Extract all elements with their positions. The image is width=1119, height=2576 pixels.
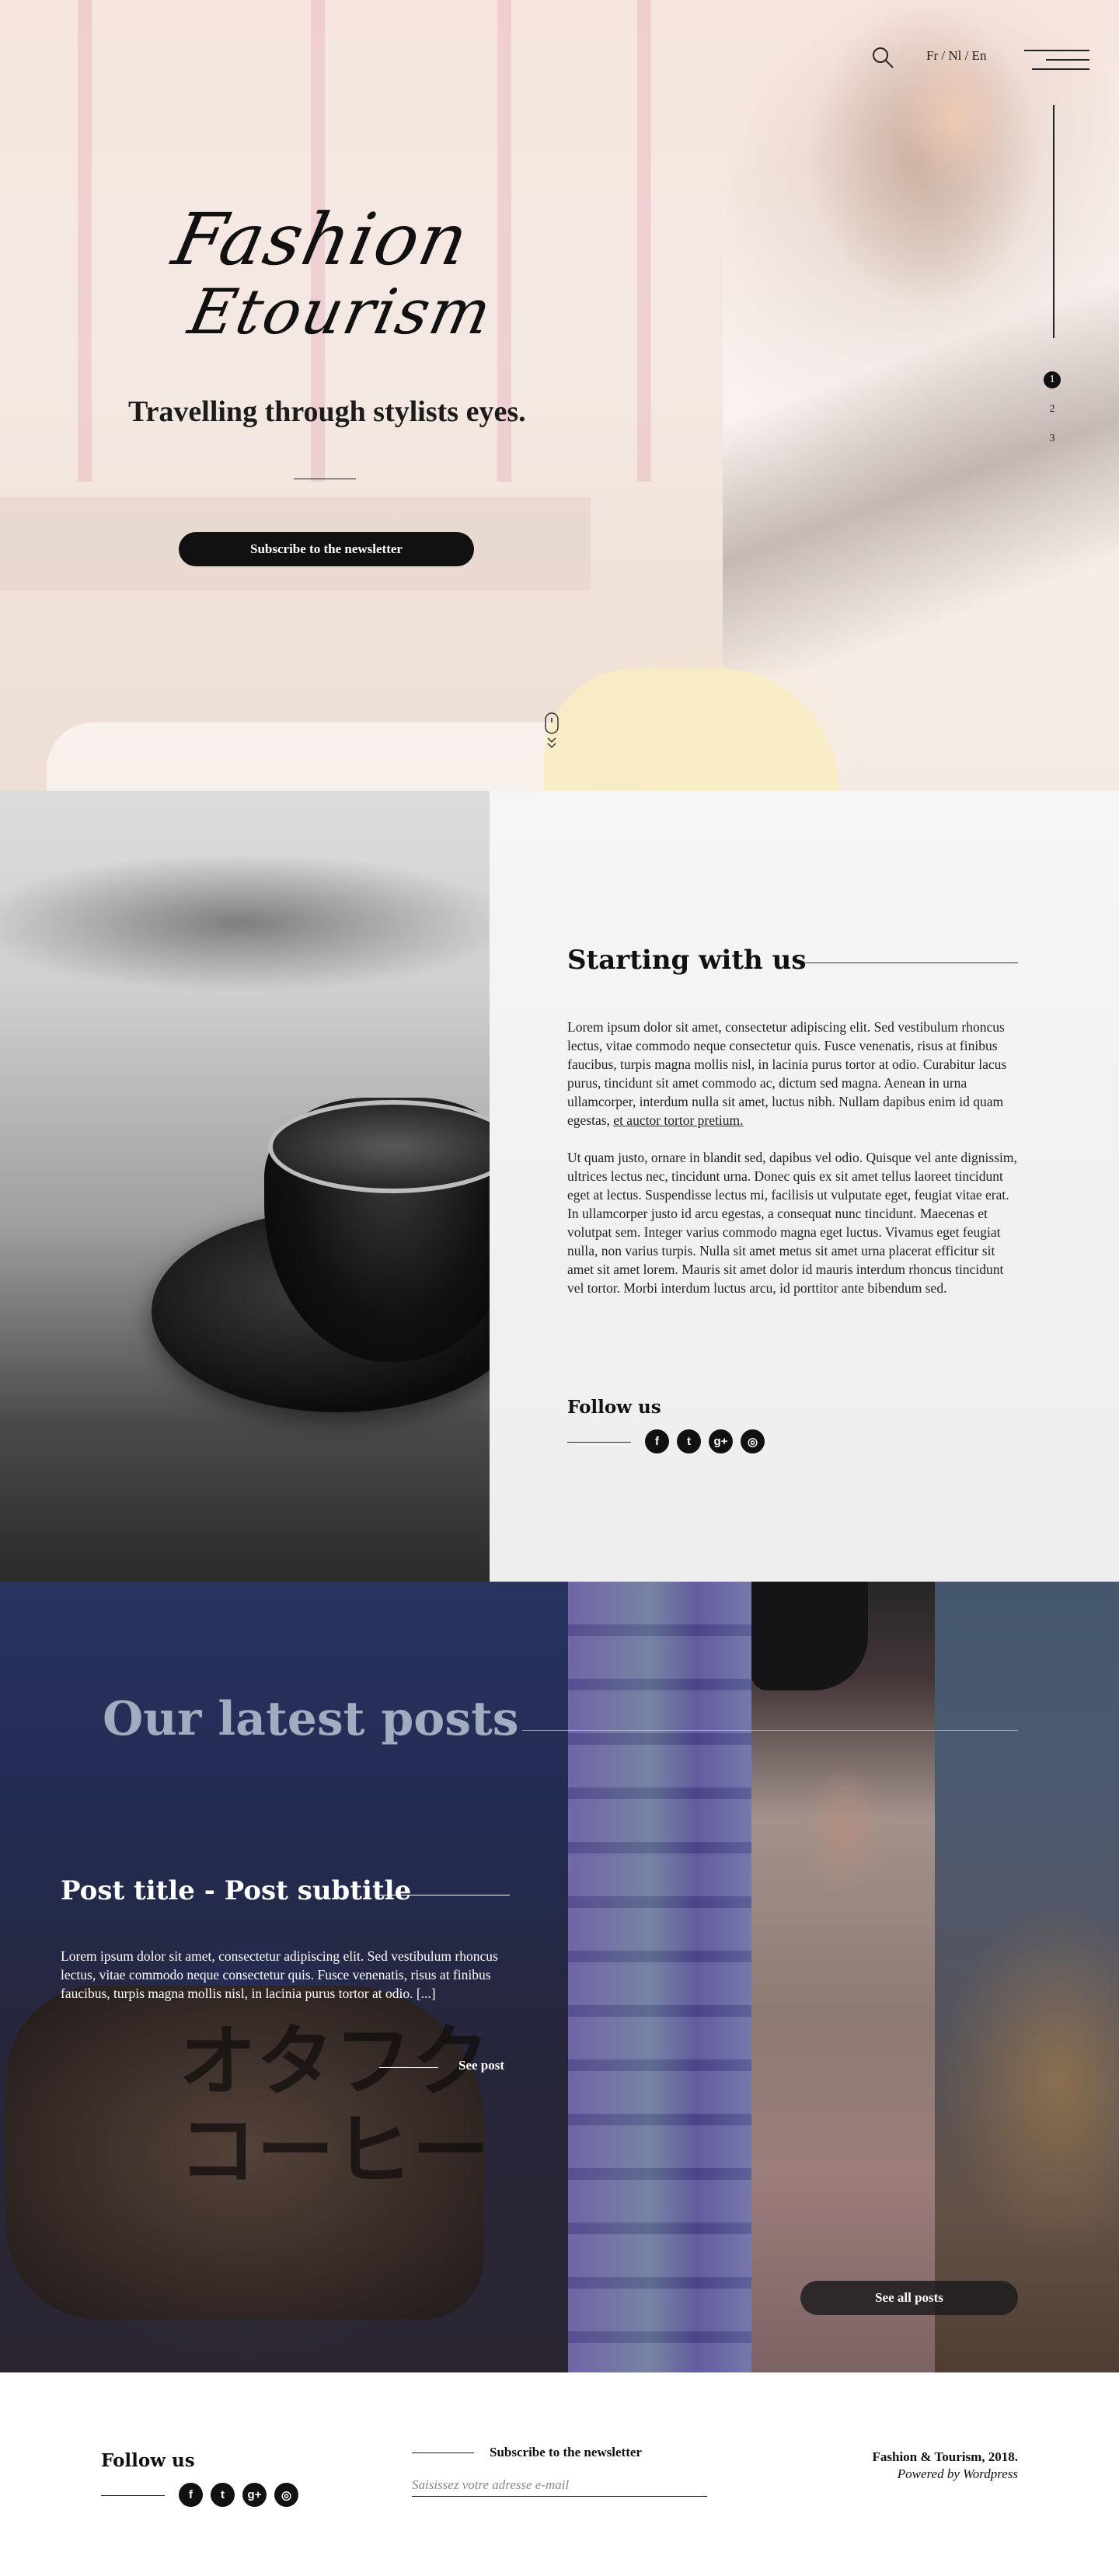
post-title[interactable]: Post title - Post subtitle [61, 1875, 411, 1906]
about-panel: Starting with us Lorem ipsum dolor sit a… [490, 791, 1119, 1582]
footer-social-links: f t g+ ◎ [179, 2483, 298, 2507]
search-icon[interactable] [870, 45, 895, 70]
google-plus-icon[interactable]: g+ [242, 2483, 267, 2507]
slide-dot-2[interactable]: 2 [1044, 401, 1061, 418]
latest-posts-title: Our latest posts [103, 1692, 519, 1746]
slide-dot-1[interactable]: 1 [1044, 371, 1061, 388]
about-paragraph-text: Lorem ipsum dolor sit amet, consectetur … [567, 1019, 1007, 1128]
see-all-posts-button[interactable]: See all posts [800, 2281, 1018, 2315]
about-paragraph: Ut quam justo, ornare in blandit sed, da… [567, 1150, 1017, 1296]
scroll-down-icon[interactable] [542, 712, 561, 755]
divider [101, 2495, 165, 2496]
twitter-icon[interactable]: t [211, 2483, 235, 2507]
post-read-more[interactable]: [...] [417, 1986, 436, 2001]
divider [522, 1730, 1018, 1731]
hero-section: Fashion Etourism Travelling through styl… [0, 0, 1119, 791]
about-link[interactable]: et auctor tortor pretium. [613, 1112, 743, 1128]
footer-newsletter-title: Subscribe to the newsletter [490, 2445, 642, 2459]
facebook-icon[interactable]: f [645, 1429, 669, 1453]
follow-us-title: Follow us [567, 1397, 661, 1418]
about-body: Lorem ipsum dolor sit amet, consectetur … [567, 1018, 1020, 1316]
slider-indicator-line [1053, 105, 1055, 338]
brand-logo[interactable]: Fashion Etourism [166, 198, 499, 369]
latest-posts-section: オタフク コーヒー Our latest posts Post title - … [0, 1582, 1119, 2372]
about-paragraph: Lorem ipsum dolor sit amet, consectetur … [567, 1018, 1020, 1130]
footer-follow-title: Follow us [101, 2450, 195, 2471]
social-links: f t g+ ◎ [645, 1429, 765, 1453]
divider [379, 2067, 438, 2068]
see-post-link[interactable]: See post [458, 2058, 504, 2073]
subscribe-newsletter-button[interactable]: Subscribe to the newsletter [179, 532, 474, 566]
language-switch[interactable]: Fr / Nl / En [926, 48, 986, 64]
facebook-icon[interactable]: f [179, 2483, 203, 2507]
hero-tagline: Travelling through stylists eyes. [128, 395, 526, 428]
about-title: Starting with us [567, 945, 807, 976]
footer: Follow us f t g+ ◎ Subscribe to the news… [0, 2372, 1119, 2576]
twitter-icon[interactable]: t [677, 1429, 701, 1453]
divider [412, 2452, 474, 2453]
post-excerpt: Lorem ipsum dolor sit amet, consectetur … [61, 1947, 519, 2003]
copyright-text: Fashion & Tourism, 2018. [872, 2449, 1018, 2464]
brand-logo-line1: Fashion [166, 198, 477, 281]
brand-logo-line2: Etourism [183, 276, 499, 348]
footer-copyright: Fashion & Tourism, 2018. Powered by Word… [872, 2449, 1018, 2483]
instagram-icon[interactable]: ◎ [741, 1429, 765, 1453]
powered-by-text[interactable]: Powered by Wordpress [872, 2466, 1018, 2483]
newsletter-email-input[interactable] [412, 2473, 707, 2497]
slide-pagination: 1 2 3 [1044, 371, 1062, 460]
instagram-icon[interactable]: ◎ [274, 2483, 298, 2507]
slide-dot-3[interactable]: 3 [1044, 430, 1061, 447]
coffee-cup-photo [0, 791, 490, 1582]
hamburger-menu-icon[interactable] [1024, 48, 1089, 71]
divider [567, 1442, 631, 1443]
google-plus-icon[interactable]: g+ [709, 1429, 733, 1453]
about-section: Starting with us Lorem ipsum dolor sit a… [0, 791, 1119, 1582]
